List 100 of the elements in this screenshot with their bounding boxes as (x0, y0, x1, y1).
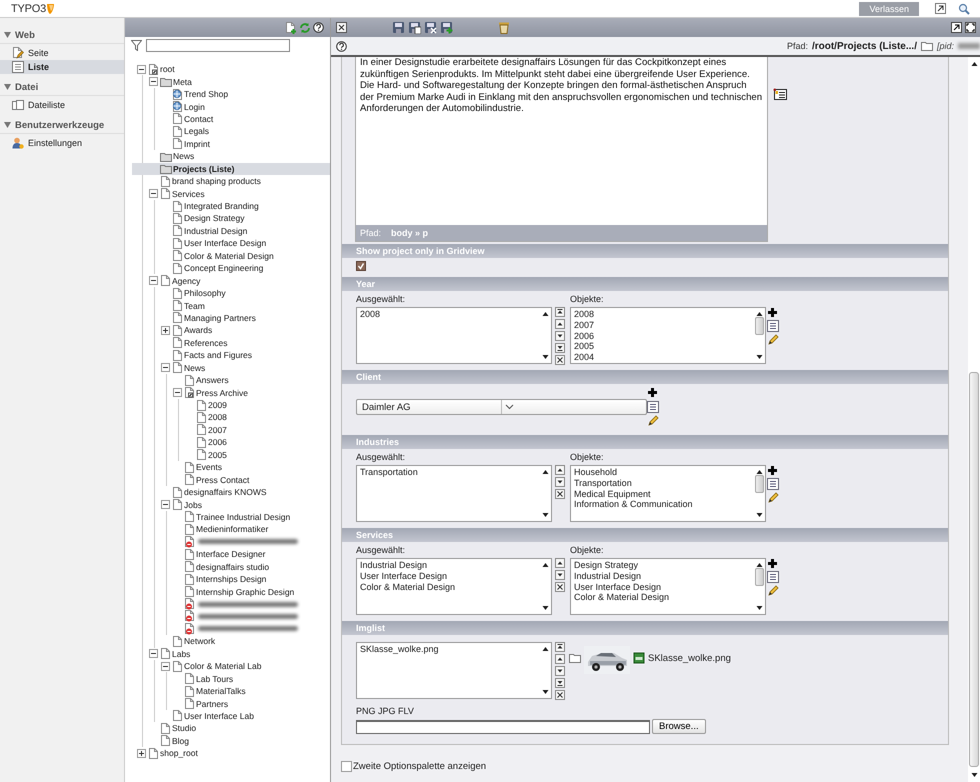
list-icon[interactable] (647, 401, 659, 413)
tree-item[interactable]: Services (160, 187, 330, 200)
arrow-up-icon[interactable] (755, 310, 764, 318)
tree-item[interactable]: Labs (160, 648, 330, 660)
move-down-icon[interactable] (555, 477, 565, 487)
pencil-icon[interactable] (767, 585, 779, 597)
tree-item[interactable]: Managing Partners (172, 312, 330, 324)
scrollbar-thumb[interactable] (755, 568, 764, 586)
browse-button[interactable]: Browse... (652, 719, 706, 734)
floppy-disk-document-icon[interactable] (408, 21, 421, 34)
tree-item[interactable]: Concept Engineering (172, 262, 330, 274)
pencil-icon[interactable] (767, 334, 779, 346)
move-down-icon[interactable] (555, 666, 565, 676)
tree-item[interactable]: Facts and Figures (172, 349, 330, 362)
arrow-up-icon[interactable] (755, 468, 764, 476)
list-box[interactable]: Industrial Design User Interface Design Color & Material Design (356, 558, 552, 615)
move-top-icon[interactable] (555, 307, 565, 317)
help-icon[interactable] (313, 22, 324, 33)
tree-item[interactable]: Press Contact (184, 473, 330, 486)
module-item[interactable]: Einstellungen (0, 136, 124, 150)
tree-item[interactable]: Integrated Branding (172, 200, 330, 212)
module-group[interactable]: Benutzerwerkzeuge (0, 117, 124, 134)
remove-icon[interactable] (555, 690, 565, 700)
pencil-icon[interactable] (647, 415, 659, 427)
tree-item[interactable]: Internship Graphic Design (184, 585, 330, 598)
move-bottom-icon[interactable] (555, 678, 565, 688)
tree-item[interactable]: Lab Tours (184, 672, 330, 685)
tree-item[interactable]: designaffairs studio (184, 560, 330, 573)
tree-item[interactable]: Color & Material Lab (172, 660, 330, 672)
minus-box-icon[interactable] (161, 500, 170, 510)
tree-item[interactable]: Internships Design (184, 572, 330, 586)
filter-field[interactable] (146, 39, 290, 52)
floppy-disk-cross-icon[interactable] (424, 21, 437, 34)
scrollbar-thumb[interactable] (755, 474, 764, 492)
list-icon[interactable] (767, 320, 779, 332)
tree-item[interactable]: Design Strategy (172, 212, 330, 225)
arrow-down-icon[interactable] (541, 688, 550, 696)
list-option[interactable]: Household (574, 467, 751, 478)
tree-item[interactable]: MaterialTalks (184, 684, 330, 698)
plus-icon[interactable] (647, 387, 658, 398)
plus-box-icon[interactable] (137, 748, 146, 758)
tree-item[interactable]: Trend Shop (172, 88, 330, 100)
list-box[interactable]: Design Strategy Industrial Design User Interface Design Color & Material Design (570, 558, 766, 615)
arrow-down-icon[interactable] (541, 353, 550, 361)
tree-item[interactable]: Color & Material Design (172, 250, 330, 262)
search-icon[interactable] (958, 2, 970, 14)
move-up-icon[interactable] (555, 558, 565, 568)
editor-text[interactable]: In einer Designstudie erarbeitete designaffairs Lösungen für das Cockpitkonzept eines zukünftigen Serienprodukts. Im Mittelpunkt steht dabei eine übergreifende User Experience. Die Hard- und Softwaregestaltung der Konzepte bringen den formal-ästhetischen Anspruch der Premium Marke Audi in Einklang mit den anspruchsvollen ergonomischen und technischen Anforderungen der Automobilindustrie. (356, 57, 767, 225)
module-item[interactable]: Seite (0, 46, 124, 60)
plus-box-icon[interactable] (161, 326, 170, 335)
arrow-up-icon[interactable] (755, 561, 764, 569)
folder-icon[interactable] (569, 653, 581, 663)
list-option[interactable]: Design Strategy (574, 560, 751, 571)
minus-box-icon[interactable] (161, 662, 170, 671)
tree-item[interactable]: News (160, 150, 330, 162)
move-top-icon[interactable] (555, 642, 565, 652)
arrow-down-icon[interactable] (970, 771, 978, 779)
arrow-down-icon[interactable] (541, 604, 550, 612)
file-input-field[interactable] (356, 720, 650, 734)
tree-item[interactable]: Agency (160, 274, 330, 287)
tree-item[interactable]: User Interface Lab (172, 710, 330, 722)
tree-item[interactable]: Blog (160, 734, 330, 748)
minus-box-icon[interactable] (149, 77, 158, 86)
arrow-down-icon[interactable] (755, 604, 764, 612)
list-option[interactable]: 2007 (574, 320, 751, 331)
list-option[interactable]: 2008 (574, 309, 751, 320)
list-option[interactable]: Industrial Design (574, 570, 751, 582)
list-option[interactable]: SKlasse_wolke.png (360, 644, 537, 655)
tree-item[interactable]: Trainee Industrial Design (184, 510, 330, 524)
tree-item[interactable]: Jobs (172, 498, 330, 511)
tree-item[interactable]: User Interface Design (172, 237, 330, 250)
tree-item[interactable]: Imprint (172, 138, 330, 150)
move-down-icon[interactable] (555, 570, 565, 580)
move-up-icon[interactable] (555, 319, 565, 329)
tree-item[interactable]: Legals (172, 125, 330, 138)
tree-item[interactable]: 2008 (196, 411, 330, 424)
dropdown[interactable]: Daimler AG (356, 399, 647, 415)
trash-icon[interactable] (498, 21, 510, 34)
list-box[interactable]: SKlasse_wolke.png (356, 642, 552, 699)
tree-item[interactable]: Philosophy (172, 286, 330, 300)
module-group[interactable]: Datei (0, 79, 124, 96)
tree-item[interactable]: Medieninformatiker (184, 523, 330, 536)
list-option[interactable]: Information & Communication (574, 499, 751, 510)
tree-item[interactable]: Studio (160, 722, 330, 735)
list-option[interactable]: 2004 (574, 352, 751, 363)
tree-item[interactable]: Events (184, 461, 330, 474)
floppy-disk-plus-icon[interactable] (440, 21, 453, 34)
list-window-icon[interactable] (773, 88, 787, 100)
remove-icon[interactable] (555, 355, 565, 365)
arrow-up-icon[interactable] (541, 468, 550, 476)
tree-item[interactable]: 2009 (196, 398, 330, 412)
minus-box-icon[interactable] (149, 189, 158, 198)
list-option[interactable]: Transportation (360, 467, 537, 478)
arrow-up-icon[interactable] (541, 561, 550, 569)
tree-item[interactable]: Interface Designer (184, 548, 330, 560)
arrow-up-icon[interactable] (541, 645, 550, 653)
move-down-icon[interactable] (555, 331, 565, 341)
help-icon[interactable] (336, 40, 347, 52)
remove-icon[interactable] (555, 489, 565, 499)
plus-icon[interactable] (767, 307, 778, 318)
